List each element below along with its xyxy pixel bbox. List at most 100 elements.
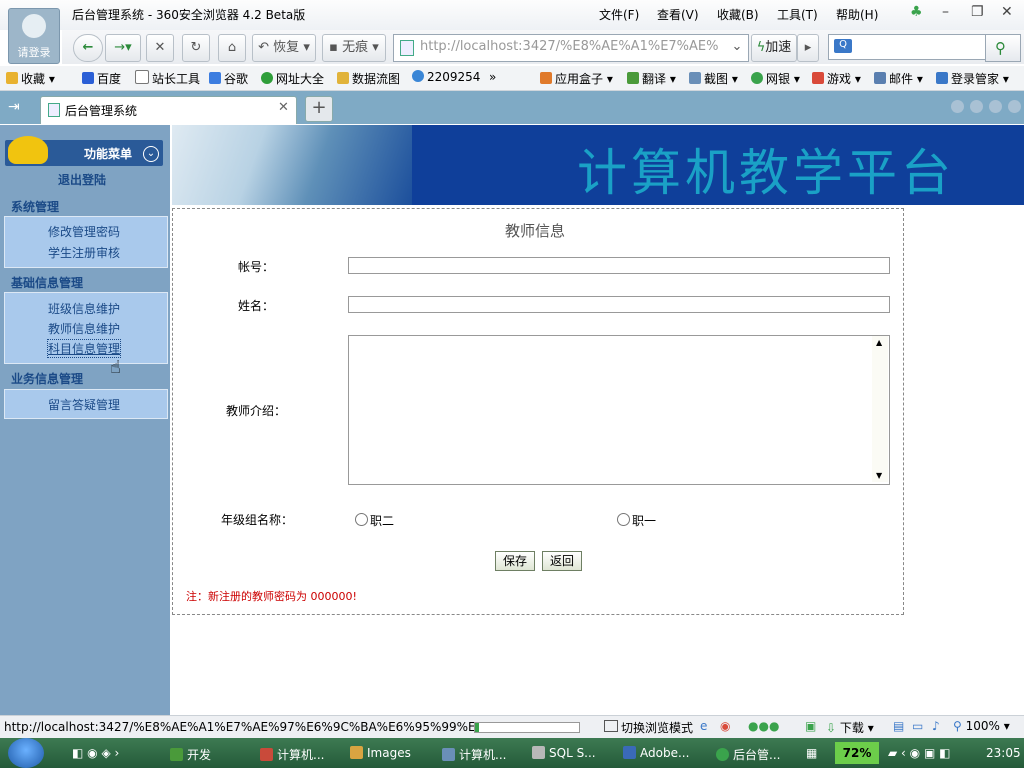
games-button[interactable]: 游戏 ▾ (812, 70, 861, 87)
grade-radio-zhi1[interactable] (617, 513, 630, 526)
menu-view[interactable]: 查看(V) (657, 6, 699, 23)
user-avatar[interactable]: 请登录 (8, 8, 60, 64)
mail-button[interactable]: 邮件 ▾ (874, 70, 923, 87)
page-icon (400, 40, 414, 56)
login-manager-button[interactable]: 登录管家 ▾ (936, 70, 1009, 87)
notrace-button[interactable]: ▪ 无痕 ▾ (322, 34, 386, 62)
menu-favorites[interactable]: 收藏(B) (717, 6, 759, 23)
taskbar-item-dev[interactable]: 开发 (170, 746, 211, 763)
account-input[interactable] (348, 257, 890, 274)
print-icon[interactable]: ▤ (893, 719, 904, 733)
taskbar-item-computer-2[interactable]: 计算机... (442, 746, 506, 763)
skin-icon[interactable]: ♣ (910, 4, 923, 20)
bank-label: 网银 (766, 72, 791, 86)
keyboard-icon[interactable]: ▦ (806, 746, 817, 760)
intro-scrollbar[interactable]: ▲ ▼ (872, 336, 888, 482)
download-icon: ⇩ (826, 721, 837, 735)
app-box-button[interactable]: 应用盒子 ▾ (540, 70, 613, 87)
clock[interactable]: 23:05 (986, 746, 1021, 760)
tab-prev-icon[interactable] (951, 100, 964, 113)
tab-list-icon[interactable] (989, 100, 1002, 113)
hao-icon (261, 72, 273, 84)
bookmark-hao[interactable]: 网址大全 (261, 70, 324, 87)
bookmark-webmaster[interactable]: 站长工具 (135, 70, 200, 87)
screen-icon[interactable]: ▭ (912, 719, 923, 733)
sidebar-item-subject-info[interactable]: 科目信息管理 (46, 339, 122, 358)
taskbar-item-adobe[interactable]: Adobe... (623, 746, 689, 760)
menu-file[interactable]: 文件(F) (599, 6, 639, 23)
bookmark-baidu[interactable]: 百度 (82, 70, 121, 87)
taskbar-item-sql[interactable]: SQL S... (532, 746, 596, 760)
bookmark-label: 数据流图 (352, 72, 401, 86)
bookmark-label: 谷歌 (224, 72, 249, 86)
sidebar-item-class-info[interactable]: 班级信息维护 (48, 300, 120, 317)
mail-label: 邮件 (889, 72, 914, 86)
grade-radio-zhi2[interactable] (355, 513, 368, 526)
restore-button[interactable]: ↶ 恢复 ▾ (252, 34, 316, 62)
home-icon[interactable]: ⌂ (218, 34, 246, 62)
folder-icon (337, 72, 349, 84)
intro-textarea[interactable] (348, 335, 890, 485)
google-icon (209, 72, 221, 84)
quicklaunch-icons[interactable]: ◧ ◉ ◈ › (72, 746, 119, 760)
ie-icon[interactable]: e (700, 719, 707, 733)
zoom-control[interactable]: ⚲ 100% ▾ (953, 719, 1010, 733)
menu-help[interactable]: 帮助(H) (836, 6, 878, 23)
sidebar-item-teacher-info[interactable]: 教师信息维护 (48, 320, 120, 337)
accelerate-button[interactable]: ϟ加速 (751, 34, 797, 62)
close-window-icon[interactable]: ✕ (1001, 4, 1013, 20)
translate-status-icon[interactable]: ▣ (805, 719, 816, 733)
close-tab-icon[interactable]: ✕ (278, 100, 289, 115)
search-button[interactable]: ⚲ (985, 34, 1021, 62)
bookmark-dataflow[interactable]: 数据流图 (337, 70, 400, 87)
url-dropdown-icon[interactable]: ⌄ (728, 34, 746, 60)
bank-button[interactable]: 网银 ▾ (751, 70, 800, 87)
search-engine-icon[interactable]: Q (834, 39, 852, 53)
name-input[interactable] (348, 296, 890, 313)
taskbar-item-computer-1[interactable]: 计算机... (260, 746, 324, 763)
stop-icon[interactable]: ✕ (146, 34, 174, 62)
download-button[interactable]: ⇩ 下载 ▾ (826, 719, 874, 736)
minimize-icon[interactable]: – (942, 4, 949, 20)
maximize-icon[interactable]: ❐ (971, 4, 984, 20)
logout-link[interactable]: 退出登陆 (58, 171, 106, 188)
save-button[interactable]: 保存 (495, 551, 535, 571)
sidebar-toggle-icon[interactable]: ⇥ (8, 99, 20, 115)
refresh-icon[interactable]: ↻ (182, 34, 210, 62)
tray-icons[interactable]: ▰ ‹ ◉ ▣ ◧ (888, 746, 950, 760)
login-label: 请登录 (17, 46, 51, 59)
address-text[interactable]: http://localhost:3427/%E8%AE%A1%E7%AE% (420, 39, 719, 54)
bookmark-favorites[interactable]: 收藏 ▾ (6, 70, 55, 87)
forward-icon[interactable]: →▾ (105, 34, 141, 62)
screenshot-button[interactable]: 截图 ▾ (689, 70, 738, 87)
back-button[interactable]: 返回 (542, 551, 582, 571)
switch-mode-button[interactable]: 切换浏览模式 (604, 719, 693, 736)
web-icon (412, 70, 424, 82)
volume-icon[interactable]: ♪ (932, 719, 940, 733)
taskbar-item-admin[interactable]: 后台管... (716, 746, 780, 763)
grade-option-zhi1: 职一 (632, 514, 657, 528)
bookmark-2209254[interactable]: 2209254 (412, 70, 480, 84)
translate-button[interactable]: 翻译 ▾ (627, 70, 676, 87)
scroll-down-icon[interactable]: ▼ (876, 471, 882, 480)
close-all-icon[interactable] (1008, 100, 1021, 113)
tab-next-icon[interactable] (970, 100, 983, 113)
back-icon[interactable]: ← (73, 34, 103, 62)
accelerator-icon[interactable]: ●●● (748, 719, 779, 733)
sidebar-item-qa-management[interactable]: 留言答疑管理 (48, 396, 120, 413)
login-manager-label: 登录管家 (951, 72, 1000, 86)
go-icon[interactable]: ▸ (797, 34, 819, 62)
taskbar-item-label: Images (367, 746, 411, 760)
menu-tools[interactable]: 工具(T) (777, 6, 818, 23)
new-tab-button[interactable]: + (305, 96, 333, 122)
start-button[interactable] (8, 738, 44, 768)
sidebar-item-change-password[interactable]: 修改管理密码 (48, 223, 120, 240)
taskbar-item-images[interactable]: Images (350, 746, 411, 760)
shield-icon[interactable]: ◉ (720, 719, 730, 733)
bookmark-google[interactable]: 谷歌 (209, 70, 248, 87)
collapse-icon[interactable]: ⌄ (143, 146, 159, 162)
scroll-up-icon[interactable]: ▲ (876, 338, 882, 347)
battery-indicator[interactable]: 72% (835, 742, 879, 764)
sidebar-item-student-review[interactable]: 学生注册审核 (48, 244, 120, 261)
bookmark-overflow[interactable]: » (489, 70, 496, 84)
